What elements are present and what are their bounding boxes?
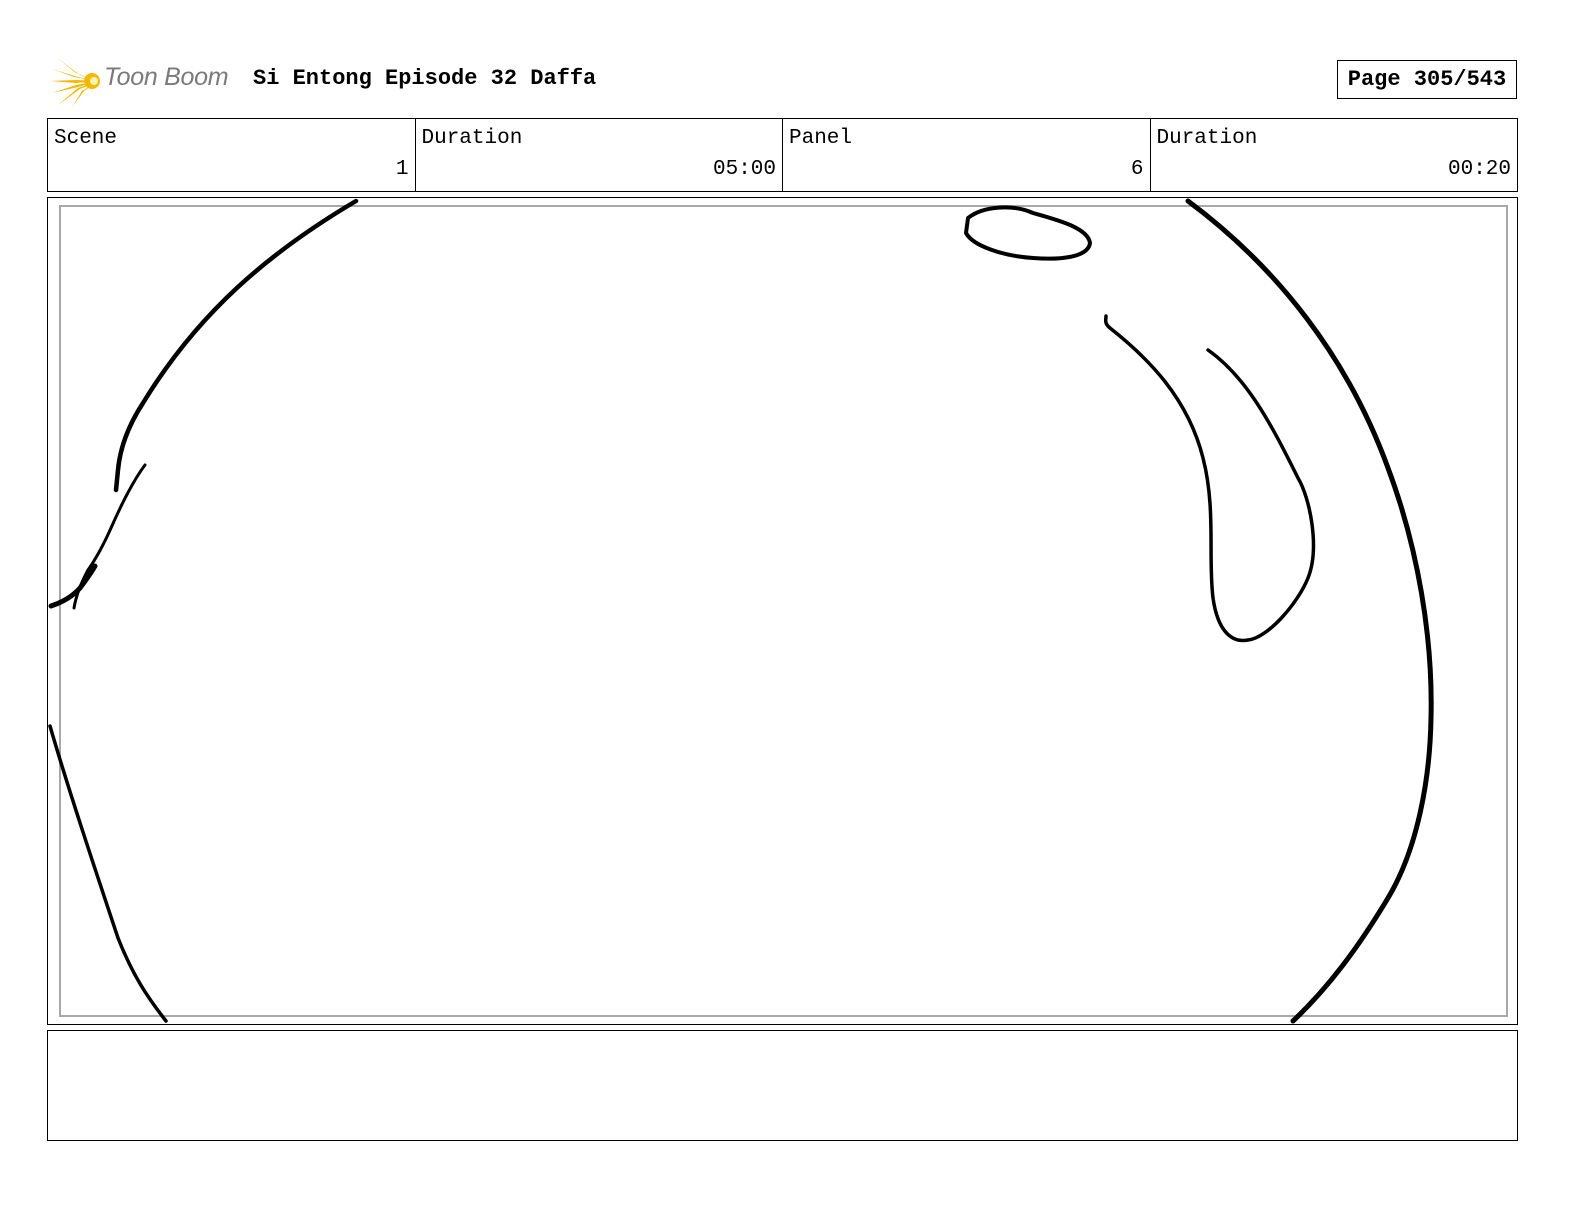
scene-info-row: Scene 1 Duration 05:00 Panel 6 Duration … [47,118,1518,192]
scene-duration-cell: Duration 05:00 [416,119,783,191]
scene-value: 1 [395,158,409,181]
sketch-left-arc [113,198,359,493]
scene-label: Scene [54,127,118,150]
sketch-left-lower-arc [48,724,168,1023]
sketch-top-ellipse [964,205,1092,261]
storyboard-panel [47,197,1518,1025]
panel-cell: Panel 6 [783,119,1151,191]
sketch-left-hook [72,463,147,610]
page-indicator: Page 305/543 [1337,60,1517,99]
sketch-left-tick [48,563,98,609]
logo-text: Toon Boom [104,63,229,91]
panel-duration-value: 00:20 [1447,158,1511,181]
sketch-highlight-curve [1103,314,1316,643]
panel-sketch [48,198,1434,1024]
panel-duration-label: Duration [1156,127,1258,150]
panel-value: 6 [1130,158,1144,181]
document-title: Si Entong Episode 32 Daffa [253,66,597,91]
scene-cell: Scene 1 [48,119,416,191]
sketch-right-arc [1185,198,1434,1024]
scene-duration-value: 05:00 [712,158,776,181]
star-burst-icon [50,57,100,107]
toon-boom-logo: Toon Boom [50,55,240,107]
panel-notes-box[interactable] [47,1030,1518,1141]
panel-label: Panel [789,127,853,150]
scene-duration-label: Duration [421,127,523,150]
panel-duration-cell: Duration 00:20 [1151,119,1518,191]
